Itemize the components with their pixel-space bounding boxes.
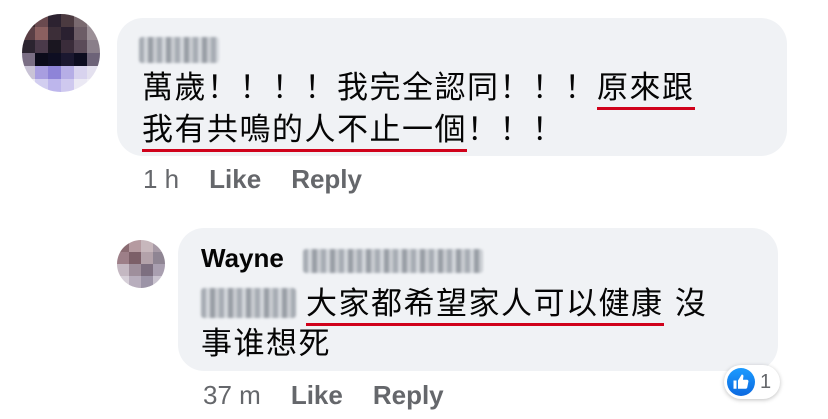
reply-text-line-1: 大家都希望家人可以健康 沒 (306, 282, 707, 326)
comment-timestamp[interactable]: 1 h (143, 164, 179, 194)
commenter-avatar[interactable] (22, 14, 100, 92)
reply-mention-redacted[interactable] (201, 288, 296, 318)
reply-text-underlined: 大家都希望家人可以健康 (306, 286, 664, 326)
reply-reply-button[interactable]: Reply (373, 380, 444, 410)
reply-timestamp[interactable]: 37 m (203, 380, 261, 410)
comment-text-line-1: 萬歲！！！！我完全認同！！！原來跟 (142, 66, 695, 110)
comment-text-part: 萬歲！！！！我完全認同！！！ (142, 70, 597, 106)
commenter-name-redacted[interactable] (139, 37, 219, 63)
reaction-count: 1 (760, 370, 772, 393)
comment-text-underlined: 我有共鳴的人不止一個 (142, 112, 467, 152)
comment-text-underlined: 原來跟 (597, 70, 695, 110)
reaction-summary[interactable]: 1 (724, 365, 780, 399)
comment-text-part: ！！！ (467, 112, 565, 148)
reply-like-button[interactable]: Like (291, 380, 343, 410)
reply-author-surname-redacted[interactable] (303, 249, 483, 273)
comment-actions: 1 h Like Reply (143, 164, 362, 195)
comment-reply-button[interactable]: Reply (291, 164, 362, 194)
reply-author-name[interactable]: Wayne (201, 243, 284, 274)
comment-text-line-2: 我有共鳴的人不止一個！！！ (142, 108, 565, 152)
reply-actions: 37 m Like Reply (203, 380, 444, 411)
thumbs-up-icon (727, 368, 755, 396)
reply-text-part: 沒 (663, 286, 708, 322)
replier-avatar[interactable] (117, 240, 165, 288)
reply-text-line-2: 事谁想死 (201, 326, 331, 362)
comment-like-button[interactable]: Like (209, 164, 261, 194)
